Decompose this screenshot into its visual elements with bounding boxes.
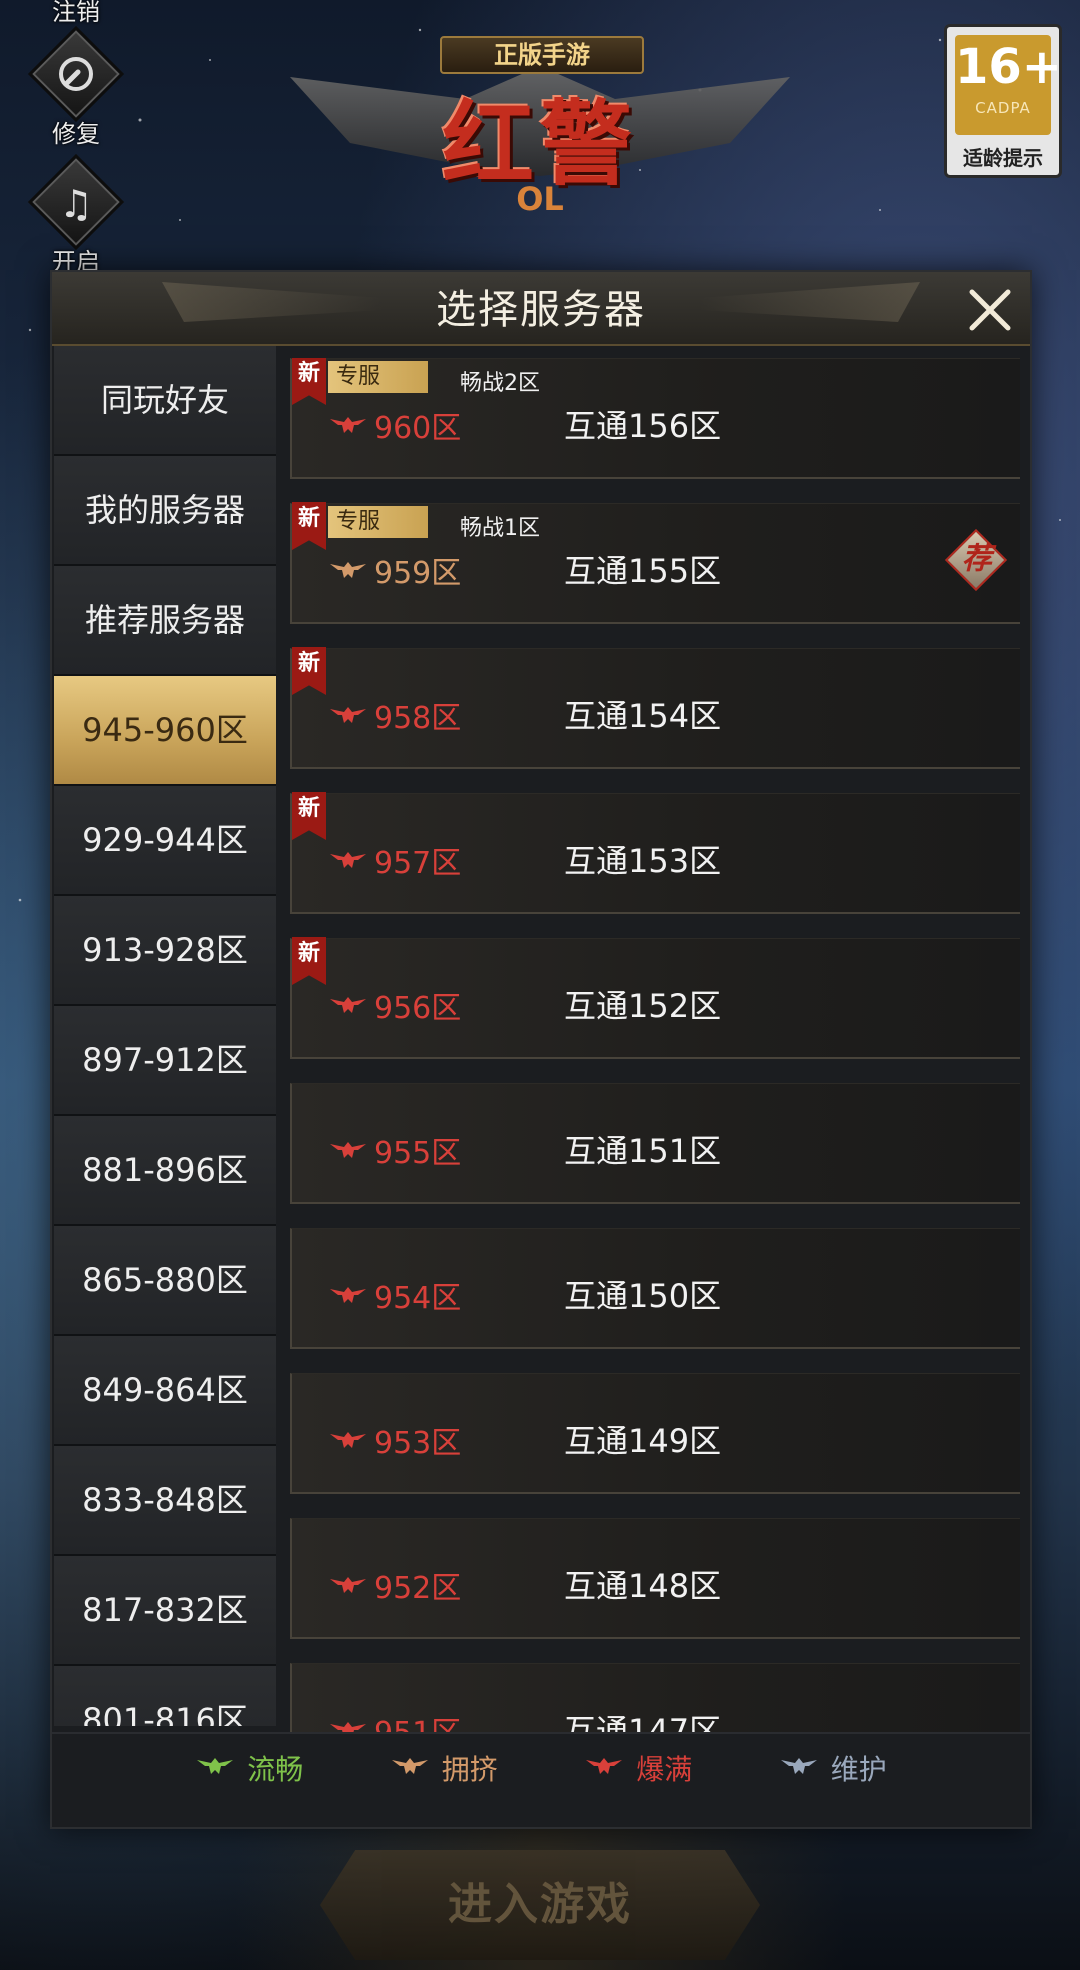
battle-zone-label: 畅战2区 [460,371,540,396]
category-929-944[interactable]: 929-944区 [54,786,276,896]
status-eagle-icon [328,413,368,435]
close-button[interactable] [964,284,1016,336]
status-eagle-icon [328,1138,368,1160]
age-rating-tip: 适龄提示 [963,146,1043,170]
dialog-header: 选择服务器 [52,272,1030,346]
category-897-912[interactable]: 897-912区 [54,1006,276,1116]
legend-eagle-icon [195,1752,235,1785]
enter-game-button[interactable]: 进入游戏 [320,1850,760,1960]
legend-label: 流畅 [247,1753,304,1786]
status-eagle-icon [328,1428,368,1450]
repair-button[interactable]: 修复 [27,25,125,149]
server-name: 互通153区 [564,842,722,880]
category-sidebar: 同玩好友 我的服务器 推荐服务器 945-960区 929-944区 913-9… [54,346,276,1726]
legend-label: 拥挤 [441,1753,498,1786]
server-number: 954区 [374,1281,462,1316]
age-rating-box: 16+ CADPA [955,35,1063,135]
status-eagle-icon [328,993,368,1015]
status-eagle-icon [328,558,368,580]
server-row[interactable]: 953区 互通149区 [290,1373,1020,1494]
status-eagle-icon [328,703,368,725]
legend-item-full: 爆满 [584,1748,692,1788]
age-rating-number: 16+ [955,39,1063,95]
legend-label: 爆满 [636,1753,693,1786]
game-logo: 正版手游 红警 OL [290,30,790,240]
category-833-848[interactable]: 833-848区 [54,1446,276,1556]
wrench-icon [28,54,124,103]
music-note-icon: ♫ [58,182,94,226]
server-name: 互通150区 [564,1277,722,1315]
server-name: 互通154区 [564,697,722,735]
exclusive-tag: 专服 [328,361,428,393]
server-row[interactable]: 新专服 畅战2区 960区 互通156区 [290,358,1020,479]
legend-label: 维护 [830,1753,887,1786]
new-badge: 新 [292,358,326,405]
category-801-816[interactable]: 801-816区 [54,1666,276,1726]
dialog-title: 选择服务器 [436,287,646,333]
server-row[interactable]: 951区 互通147区 [290,1663,1020,1736]
server-number: 960区 [374,411,462,446]
legend-eagle-icon [584,1752,624,1785]
server-number: 955区 [374,1136,462,1171]
category-my-servers[interactable]: 我的服务器 [54,456,276,566]
server-row[interactable]: 新 956区 互通152区 [290,937,1020,1059]
category-881-896[interactable]: 881-896区 [54,1116,276,1226]
status-eagle-icon [328,1573,368,1595]
server-name: 互通152区 [564,987,722,1025]
logo-suffix: OL [516,180,564,218]
category-recommended[interactable]: 推荐服务器 [54,566,276,676]
category-817-832[interactable]: 817-832区 [54,1556,276,1666]
server-number: 957区 [374,846,462,881]
logo-banner: 正版手游 [440,36,644,74]
legend-item-maintenance: 维护 [779,1748,887,1788]
server-list: 新专服 畅战2区 960区 互通156区新专服 畅战1区 959区 互通155区荐新 958区… [290,358,1020,1736]
legend-eagle-icon [390,1752,430,1785]
new-badge: 新 [292,937,326,985]
age-rating-badge[interactable]: 16+ CADPA 适龄提示 [944,24,1062,178]
new-badge: 新 [292,647,326,695]
server-row[interactable]: 新 958区 互通154区 [290,647,1020,769]
server-row[interactable]: 952区 互通148区 [290,1518,1020,1639]
legend-item-crowded: 拥挤 [390,1748,498,1788]
music-toggle-button[interactable]: ♫ 开启 [27,153,125,277]
server-row[interactable]: 954区 互通150区 [290,1228,1020,1349]
server-row[interactable]: 新专服 畅战1区 959区 互通155区 荐 [290,502,1020,624]
category-849-864[interactable]: 849-864区 [54,1336,276,1446]
server-number: 952区 [374,1571,462,1606]
server-number: 959区 [374,556,462,591]
age-rating-org: CADPA [975,99,1031,117]
recommend-badge: 荐 [944,528,1008,592]
battle-zone-label: 畅战1区 [460,516,540,541]
server-name: 互通155区 [564,552,722,590]
server-select-dialog: 选择服务器 同玩好友 我的服务器 推荐服务器 945-960区 929-944区… [50,270,1032,1829]
status-eagle-icon [328,848,368,870]
server-row[interactable]: 955区 互通151区 [290,1083,1020,1204]
new-badge: 新 [292,502,326,550]
recommend-label: 荐 [961,541,992,577]
server-number: 958区 [374,701,462,736]
legend-item-smooth: 流畅 [195,1748,303,1788]
server-name: 互通148区 [564,1567,722,1605]
status-legend: 流畅 拥挤 爆满 维护 [52,1732,1030,1802]
server-name: 互通156区 [564,407,722,445]
new-badge: 新 [292,792,326,840]
server-name: 互通151区 [564,1132,722,1170]
category-865-880[interactable]: 865-880区 [54,1226,276,1336]
server-number: 956区 [374,991,462,1026]
server-row[interactable]: 新 957区 互通153区 [290,792,1020,914]
logout-button[interactable]: 注销 [28,0,124,27]
legend-eagle-icon [779,1752,819,1785]
category-friends[interactable]: 同玩好友 [54,346,276,456]
server-number: 953区 [374,1426,462,1461]
exclusive-tag: 专服 [328,506,428,538]
close-icon [969,289,1011,331]
logout-label: 注销 [52,0,100,26]
server-name: 互通149区 [564,1422,722,1460]
category-945-960[interactable]: 945-960区 [54,676,276,786]
status-eagle-icon [328,1283,368,1305]
category-913-928[interactable]: 913-928区 [54,896,276,1006]
